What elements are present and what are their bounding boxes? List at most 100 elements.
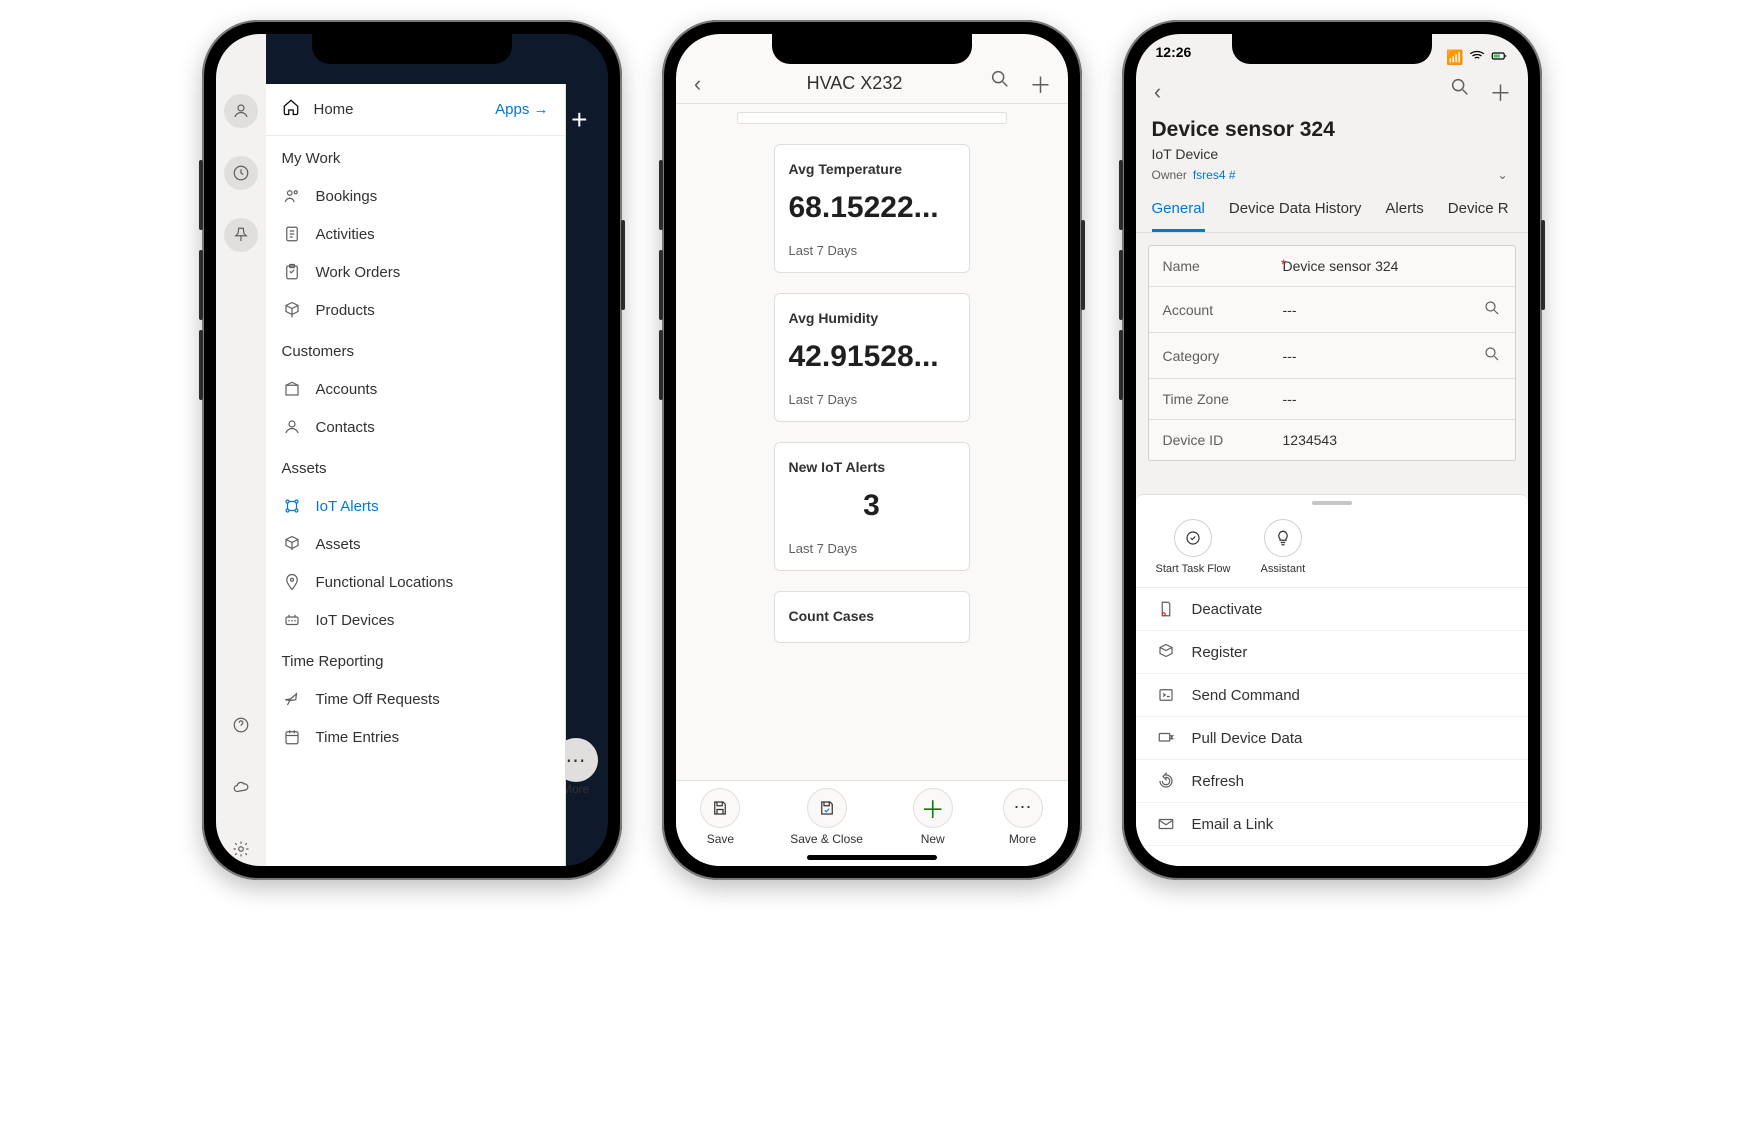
profile-icon[interactable] [224, 94, 258, 128]
nav-workorders[interactable]: Work Orders [266, 253, 565, 291]
card-new-iot-alerts[interactable]: New IoT Alerts 3 Last 7 Days [774, 442, 970, 571]
help-icon[interactable] [224, 708, 258, 742]
owner-link[interactable]: fsres4 # [1193, 168, 1236, 182]
nav-home[interactable]: Home Apps → [266, 84, 565, 136]
bottom-toolbar: Save Save & Close ＋ New ⋯ More [676, 780, 1068, 866]
tab-device-data-history[interactable]: Device Data History [1229, 190, 1362, 232]
field-account[interactable]: Account --- [1149, 287, 1515, 333]
field-label: Category [1163, 348, 1283, 364]
card-value: 68.15222... [789, 191, 955, 225]
field-category[interactable]: Category --- [1149, 333, 1515, 379]
card-avg-humidity[interactable]: Avg Humidity 42.91528... Last 7 Days [774, 293, 970, 422]
more-label: More [562, 782, 589, 796]
field-timezone[interactable]: Time Zone --- [1149, 379, 1515, 420]
signal-icon: 📶 [1446, 49, 1463, 66]
contacts-icon [282, 418, 302, 436]
tab-device-r[interactable]: Device R [1448, 190, 1509, 232]
menu-send-command[interactable]: Send Command [1136, 674, 1528, 717]
quick-taskflow[interactable]: Start Task Flow [1156, 519, 1231, 575]
nav-contacts[interactable]: Contacts [266, 408, 565, 446]
wifi-icon [1468, 47, 1486, 68]
nav-functional-locations[interactable]: Functional Locations [266, 563, 565, 601]
chevron-down-icon[interactable]: ⌄ [1497, 168, 1507, 182]
back-icon[interactable]: ‹ [676, 71, 720, 97]
search-icon[interactable] [1449, 76, 1471, 108]
menu-register[interactable]: Register [1136, 631, 1528, 674]
nav-iot-devices[interactable]: IoT Devices [266, 601, 565, 639]
sheet-grab-handle[interactable] [1312, 501, 1352, 505]
menu-label: Pull Device Data [1192, 730, 1303, 747]
menu-label: Refresh [1192, 773, 1245, 790]
nav-accounts[interactable]: Accounts [266, 370, 565, 408]
accounts-icon [282, 380, 302, 398]
field-label: Device ID [1163, 432, 1283, 448]
nav-assets[interactable]: Assets [266, 525, 565, 563]
field-value: --- [1283, 302, 1475, 318]
card-value: 3 [789, 489, 955, 523]
home-indicator [807, 855, 937, 860]
header: ‹ ＋ [1136, 70, 1528, 114]
field-label: Name [1163, 258, 1200, 274]
pin-icon[interactable] [224, 218, 258, 252]
status-icons: 📶 [1446, 44, 1507, 70]
nav-item-label: Functional Locations [316, 574, 454, 591]
collapsed-card[interactable] [737, 112, 1007, 124]
field-deviceid[interactable]: Device ID 1234543 [1149, 420, 1515, 460]
nav-timeentries[interactable]: Time Entries [266, 718, 565, 756]
add-icon[interactable]: + [571, 104, 587, 136]
nav-item-label: Time Off Requests [316, 691, 440, 708]
screen-1: + Home Apps → My Work Bookings Activitie… [216, 34, 608, 866]
card-title: New IoT Alerts [789, 459, 955, 475]
card-count-cases[interactable]: Count Cases [774, 591, 970, 643]
nav-activities[interactable]: Activities [266, 215, 565, 253]
card-subtitle: Last 7 Days [789, 392, 955, 407]
home-label: Home [314, 101, 482, 118]
field-name[interactable]: Name* Device sensor 324 [1149, 246, 1515, 287]
screen-3: 12:26 📶 ‹ ＋ Device sensor 324 IoT Device… [1136, 34, 1528, 866]
card-avg-temperature[interactable]: Avg Temperature 68.15222... Last 7 Days [774, 144, 970, 273]
record-title: Device sensor 324 [1152, 118, 1512, 142]
menu-deactivate[interactable]: Deactivate [1136, 588, 1528, 631]
menu-email-link[interactable]: Email a Link [1136, 803, 1528, 846]
search-icon[interactable] [989, 68, 1011, 100]
section-customers: Customers [266, 329, 565, 370]
field-value: --- [1283, 348, 1475, 364]
page-title: HVAC X232 [720, 73, 990, 94]
save-button[interactable]: Save [700, 788, 740, 846]
settings-icon[interactable] [224, 832, 258, 866]
cloud-icon[interactable] [224, 770, 258, 804]
add-icon[interactable]: ＋ [1029, 68, 1051, 100]
tab-general[interactable]: General [1152, 190, 1205, 232]
new-button[interactable]: ＋ New [913, 788, 953, 846]
lookup-icon[interactable] [1483, 299, 1501, 320]
nav-products[interactable]: Products [266, 291, 565, 329]
quick-assistant[interactable]: Assistant [1261, 519, 1306, 575]
apps-link[interactable]: Apps → [495, 101, 548, 118]
card-title: Avg Temperature [789, 161, 955, 177]
add-icon[interactable]: ＋ [1489, 76, 1511, 108]
locations-icon [282, 573, 302, 591]
section-assets: Assets [266, 446, 565, 487]
card-title: Count Cases [789, 608, 955, 624]
taskflow-icon [1174, 519, 1212, 557]
menu-pull-device-data[interactable]: Pull Device Data [1136, 717, 1528, 760]
nav-timeoff[interactable]: Time Off Requests [266, 680, 565, 718]
menu-refresh[interactable]: Refresh [1136, 760, 1528, 803]
nav-iot-alerts[interactable]: IoT Alerts [266, 487, 565, 525]
save-close-button[interactable]: Save & Close [790, 788, 863, 846]
register-icon [1156, 643, 1176, 661]
nav-bookings[interactable]: Bookings [266, 177, 565, 215]
tab-alerts[interactable]: Alerts [1385, 190, 1423, 232]
notch [312, 34, 512, 64]
nav-item-label: Activities [316, 226, 375, 243]
recent-icon[interactable] [224, 156, 258, 190]
more-button[interactable]: ⋯ More [1003, 788, 1043, 846]
field-label: Account [1163, 302, 1283, 318]
lookup-icon[interactable] [1483, 345, 1501, 366]
notch [772, 34, 972, 64]
activities-icon [282, 225, 302, 243]
nav-item-label: IoT Alerts [316, 498, 379, 515]
back-icon[interactable]: ‹ [1136, 79, 1180, 105]
side-icon-bar [216, 34, 266, 866]
section-mywork: My Work [266, 136, 565, 177]
